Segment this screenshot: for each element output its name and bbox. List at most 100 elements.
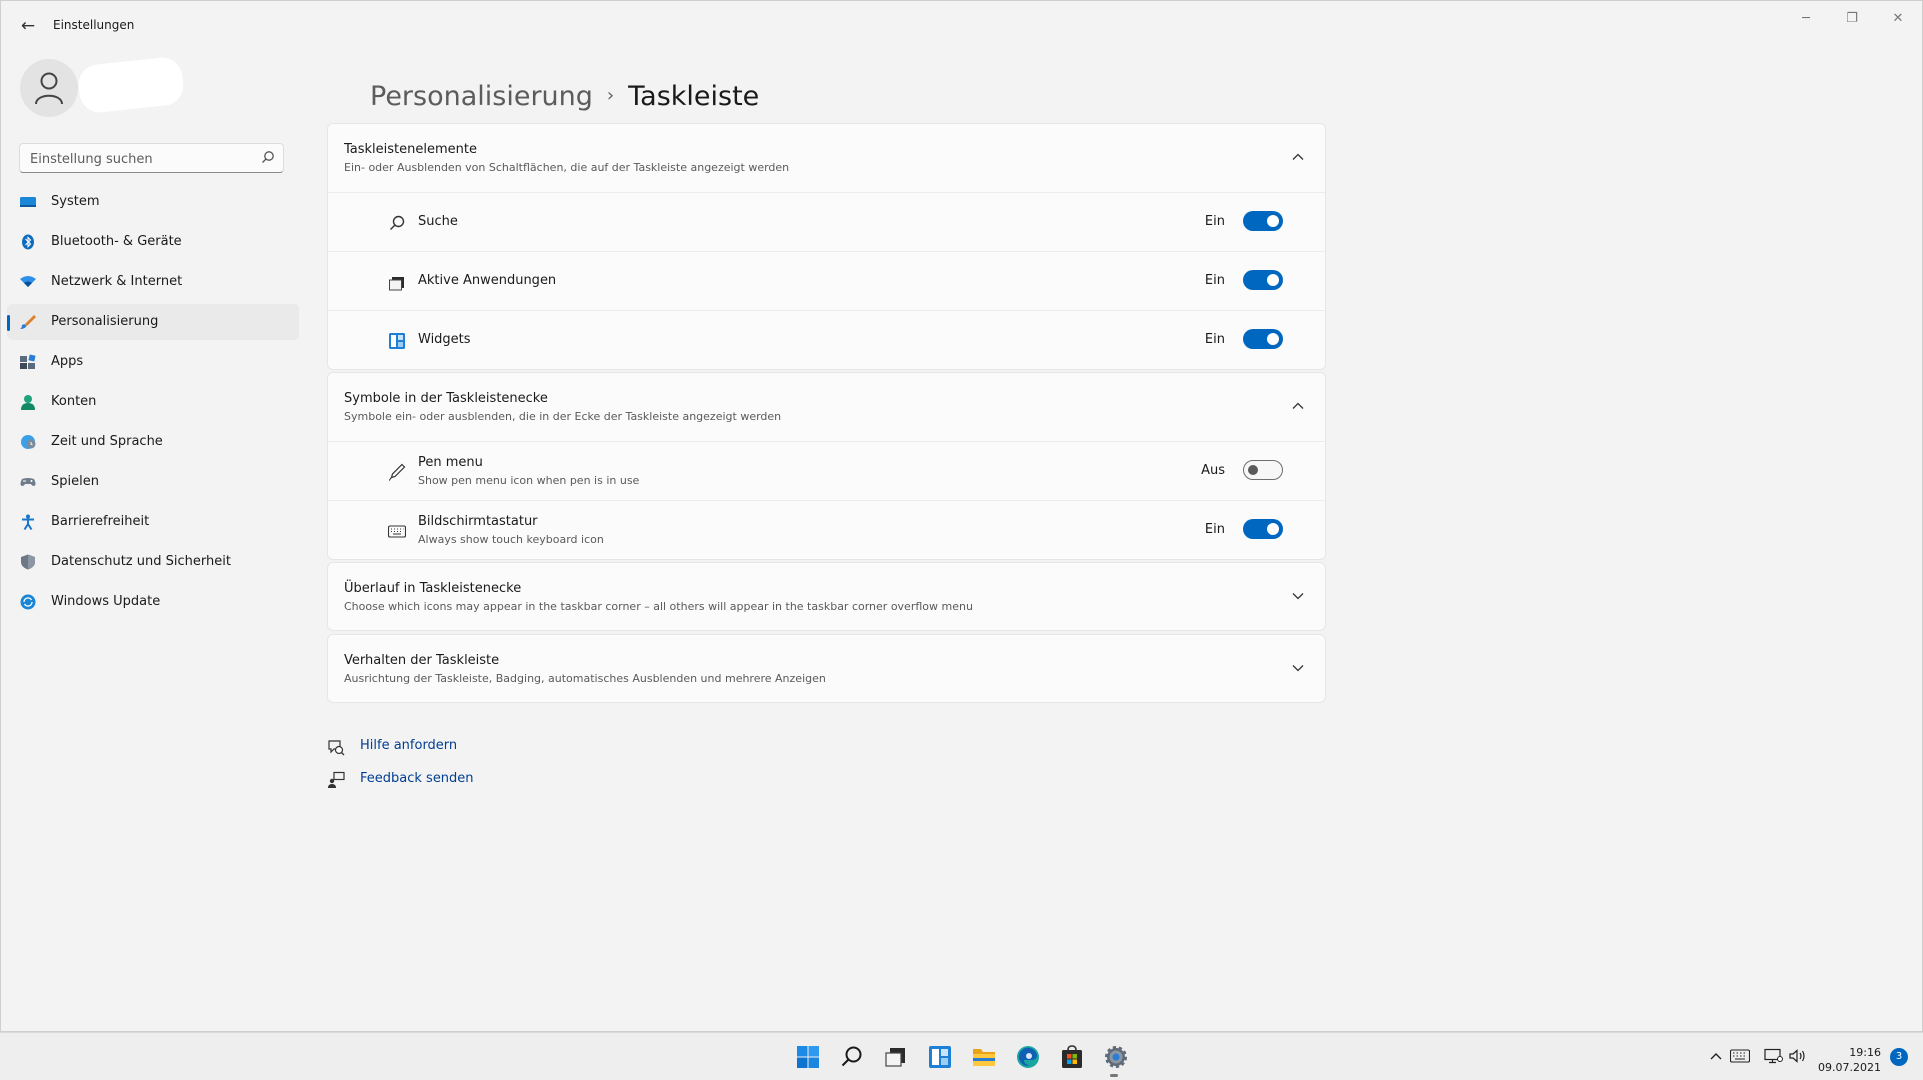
sidebar-item-accessibility[interactable]: Barrierefreiheit (7, 504, 299, 540)
section-description: Choose which icons may appear in the tas… (344, 600, 973, 613)
toggle-state-text: Ein (1204, 273, 1225, 288)
clock-date: 09.07.2021 (1818, 1061, 1881, 1074)
task-view-icon (389, 277, 404, 291)
sidebar: System Bluetooth- & Geräte Netzwerk & In… (1, 49, 306, 999)
search-toggle[interactable] (1243, 211, 1283, 231)
help-link[interactable]: Hilfe anfordern (360, 738, 457, 753)
setting-row-pen-menu: Pen menu Show pen menu icon when pen is … (328, 441, 1325, 500)
windows-update-icon (20, 594, 36, 610)
section-header[interactable]: Symbole in der Taskleistenecke Symbole e… (328, 373, 1325, 441)
close-icon[interactable]: ✕ (1875, 7, 1921, 31)
notification-badge[interactable]: 3 (1890, 1048, 1908, 1066)
sidebar-item-label: Zeit und Sprache (51, 434, 163, 449)
feedback-link[interactable]: Feedback senden (360, 771, 474, 786)
nav-list: System Bluetooth- & Geräte Netzwerk & In… (7, 184, 299, 624)
taskbar: 19:16 09.07.2021 3 (0, 1032, 1923, 1080)
sidebar-item-network[interactable]: Netzwerk & Internet (7, 264, 299, 300)
chevron-up-icon[interactable] (1706, 1048, 1726, 1064)
sidebar-item-label: Windows Update (51, 594, 161, 609)
redaction-scribble (76, 55, 186, 115)
search-icon (390, 215, 405, 230)
setting-row-search: Suche Ein (328, 192, 1325, 251)
time-language-icon (21, 435, 36, 449)
breadcrumb-parent[interactable]: Personalisierung (370, 81, 593, 112)
sidebar-item-privacy[interactable]: Datenschutz und Sicherheit (7, 544, 299, 580)
section-taskbar-behaviors[interactable]: Verhalten der Taskleiste Ausrichtung der… (327, 634, 1326, 703)
back-arrow-icon[interactable]: ← (15, 13, 41, 39)
avatar[interactable] (20, 59, 78, 117)
pen-menu-toggle[interactable] (1243, 460, 1283, 480)
sidebar-item-gaming[interactable]: Spielen (7, 464, 299, 500)
search-input[interactable] (28, 148, 252, 170)
chevron-down-icon[interactable] (1291, 661, 1305, 675)
setting-sublabel: Show pen menu icon when pen is in use (418, 474, 640, 487)
section-title: Überlauf in Taskleistenecke (344, 581, 522, 596)
sidebar-item-bluetooth[interactable]: Bluetooth- & Geräte (7, 224, 299, 260)
app-title: Einstellungen (53, 18, 135, 32)
store-icon[interactable] (1059, 1044, 1085, 1070)
search-icon[interactable] (839, 1044, 865, 1070)
search-icon[interactable] (261, 150, 275, 164)
section-title: Symbole in der Taskleistenecke (344, 391, 548, 406)
settings-search[interactable] (19, 143, 284, 173)
settings-gear-icon[interactable] (1103, 1044, 1129, 1070)
pen-icon (389, 463, 406, 481)
keyboard-icon[interactable] (1730, 1048, 1750, 1064)
widgets-toggle[interactable] (1243, 329, 1283, 349)
section-header[interactable]: Überlauf in Taskleistenecke Choose which… (328, 563, 1325, 631)
section-header[interactable]: Taskleistenelemente Ein- oder Ausblenden… (328, 124, 1325, 192)
chevron-down-icon[interactable] (1291, 589, 1305, 603)
gaming-icon (20, 478, 36, 486)
setting-label: Pen menu (418, 455, 483, 470)
clock-time: 19:16 (1849, 1046, 1881, 1059)
sidebar-item-personalization[interactable]: Personalisierung (7, 304, 299, 340)
keyboard-icon (388, 525, 406, 538)
chevron-up-icon[interactable] (1291, 150, 1305, 164)
toggle-state-text: Ein (1204, 522, 1225, 537)
help-icon (328, 740, 345, 756)
task-view-toggle[interactable] (1243, 270, 1283, 290)
setting-label: Widgets (418, 332, 471, 347)
widgets-icon[interactable] (927, 1044, 953, 1070)
sidebar-item-label: Personalisierung (51, 314, 159, 329)
sidebar-item-label: Netzwerk & Internet (51, 274, 183, 289)
title-bar: ← Einstellungen ─ ❐ ✕ (1, 1, 1922, 49)
sidebar-item-label: Spielen (51, 474, 99, 489)
chevron-up-icon[interactable] (1291, 399, 1305, 413)
section-taskbar-items: Taskleistenelemente Ein- oder Ausblenden… (327, 123, 1326, 370)
task-view-icon[interactable] (883, 1044, 909, 1070)
file-explorer-icon[interactable] (971, 1044, 997, 1070)
personalization-brush-icon (20, 315, 36, 329)
section-taskbar-corner-overflow[interactable]: Überlauf in Taskleistenecke Choose which… (327, 562, 1326, 631)
sidebar-item-windows-update[interactable]: Windows Update (7, 584, 299, 620)
settings-window: ← Einstellungen ─ ❐ ✕ System (0, 0, 1923, 1032)
restore-icon[interactable]: ❐ (1829, 7, 1875, 31)
system-icon (20, 197, 36, 207)
section-header[interactable]: Verhalten der Taskleiste Ausrichtung der… (328, 635, 1325, 703)
setting-label: Aktive Anwendungen (418, 273, 557, 288)
sidebar-item-label: System (51, 194, 100, 209)
network-icon[interactable] (1764, 1048, 1784, 1064)
toggle-state-text: Ein (1204, 332, 1225, 347)
widgets-icon (389, 333, 405, 349)
setting-row-task-view: Aktive Anwendungen Ein (328, 251, 1325, 310)
apps-icon (20, 354, 36, 369)
edge-icon[interactable] (1015, 1044, 1041, 1070)
sidebar-item-label: Konten (51, 394, 97, 409)
user-icon (35, 72, 63, 105)
privacy-shield-icon (21, 554, 35, 570)
section-description: Ein- oder Ausblenden von Schaltflächen, … (344, 161, 790, 174)
section-description: Symbole ein- oder ausblenden, die in der… (344, 410, 782, 423)
sidebar-item-apps[interactable]: Apps (7, 344, 299, 380)
volume-icon[interactable] (1788, 1048, 1808, 1064)
minimize-icon[interactable]: ─ (1783, 7, 1829, 31)
system-clock[interactable]: 19:16 09.07.2021 (1818, 1045, 1881, 1075)
accounts-icon (21, 395, 35, 410)
sidebar-item-accounts[interactable]: Konten (7, 384, 299, 420)
active-app-indicator (1110, 1074, 1118, 1077)
sidebar-item-system[interactable]: System (7, 184, 299, 220)
start-icon[interactable] (795, 1044, 821, 1070)
section-taskbar-corner-icons: Symbole in der Taskleistenecke Symbole e… (327, 372, 1326, 560)
sidebar-item-time-language[interactable]: Zeit und Sprache (7, 424, 299, 460)
touch-keyboard-toggle[interactable] (1243, 519, 1283, 539)
